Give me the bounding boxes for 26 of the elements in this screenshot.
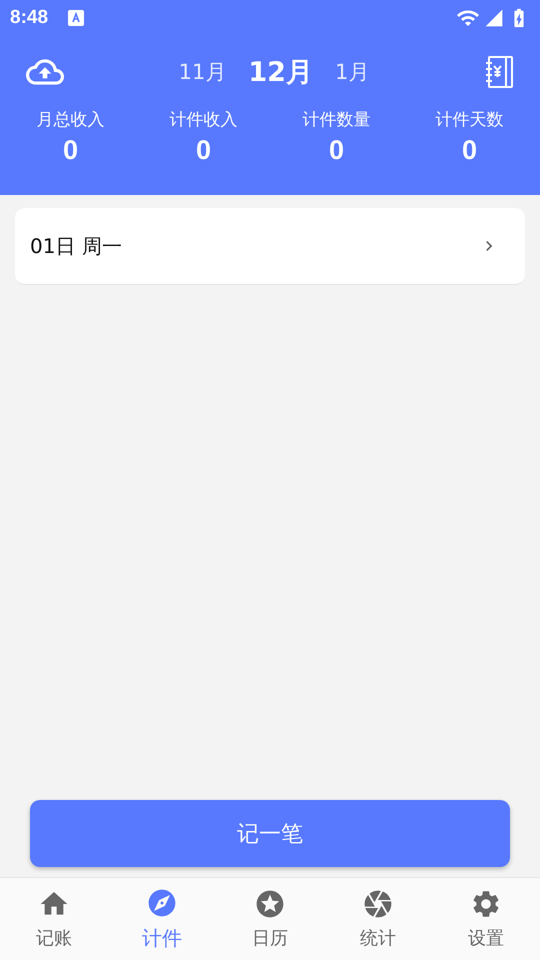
nav-tab[interactable]: 统计	[324, 878, 432, 960]
keyboard-notification-icon	[68, 10, 84, 26]
stat-label: 计件收入	[170, 109, 238, 131]
month-tab[interactable]: 1月	[334, 58, 370, 86]
nav-tab[interactable]: 日历	[216, 878, 324, 960]
record-button[interactable]: 记一笔	[30, 800, 510, 867]
stat-value: 0	[196, 135, 212, 166]
nav-tab[interactable]: 计件	[108, 878, 216, 960]
day-card[interactable]: 01日 周一	[15, 208, 525, 285]
notebook-icon[interactable]	[484, 56, 514, 88]
compass-icon	[146, 886, 178, 918]
status-time: 8:48	[10, 7, 48, 29]
stat-value: 0	[462, 135, 478, 166]
stat-label: 计件天数	[436, 109, 504, 131]
month-tab[interactable]: 12月	[248, 54, 313, 90]
stat-label: 月总收入	[36, 109, 104, 131]
nav-tab[interactable]: 记账	[0, 878, 108, 960]
aperture-icon	[362, 888, 394, 920]
nav-tab[interactable]: 设置	[432, 878, 540, 960]
signal-icon	[484, 8, 504, 28]
stat-label: 计件数量	[302, 109, 370, 131]
stat-value: 0	[62, 135, 78, 166]
day-label: 01日 周一	[30, 232, 123, 260]
stat-value: 0	[328, 135, 344, 166]
month-tab[interactable]: 11月	[178, 58, 226, 86]
star-icon	[254, 888, 286, 920]
